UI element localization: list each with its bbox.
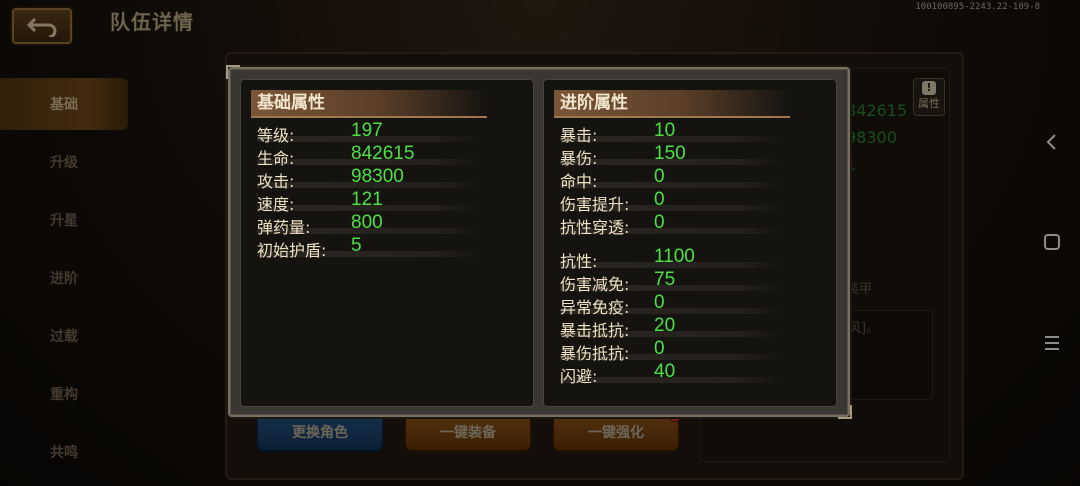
stat-row: 抗性: 1100 bbox=[560, 246, 780, 271]
stat-label: 速度: bbox=[257, 195, 295, 214]
stat-row: 异常免疫: 0 bbox=[560, 292, 780, 317]
stat-label: 弹药量: bbox=[257, 218, 311, 237]
stat-label: 伤害提升: bbox=[560, 195, 630, 214]
stat-label: 暴击抵抗: bbox=[560, 321, 630, 340]
stat-value: 40 bbox=[654, 361, 676, 382]
stat-row: 暴伤抵抗: 0 bbox=[560, 338, 780, 363]
stat-row: 抗性穿透: 0 bbox=[560, 212, 780, 237]
stat-row: 弹药量: 800 bbox=[257, 212, 477, 237]
stat-value: 150 bbox=[654, 143, 686, 164]
stat-label: 伤害减免: bbox=[560, 275, 630, 294]
stat-label: 抗性穿透: bbox=[560, 218, 630, 237]
advanced-attributes-panel: 进阶属性 暴击: 10 暴伤: 150 命中: 0 伤害提升: 0 抗性穿透: 0 抗性: 1100 伤… bbox=[543, 79, 837, 407]
stat-value: 10 bbox=[654, 120, 676, 141]
stat-label: 闪避: bbox=[560, 367, 598, 386]
stat-label: 异常免疫: bbox=[560, 298, 630, 317]
stat-row: 暴伤: 150 bbox=[560, 143, 780, 168]
stat-value: 0 bbox=[654, 189, 665, 210]
stat-row: 等级: 197 bbox=[257, 120, 477, 145]
stat-label: 暴伤抵抗: bbox=[560, 344, 630, 363]
stat-row: 速度: 121 bbox=[257, 189, 477, 214]
stat-value: 800 bbox=[351, 212, 383, 233]
stat-value: 842615 bbox=[351, 143, 415, 164]
stat-row: 初始护盾: 5 bbox=[257, 235, 477, 260]
stat-value: 0 bbox=[654, 166, 665, 187]
attribute-dialog: 基础属性 等级: 197 生命: 842615 攻击: 98300 速度: 121 弹药量: 80… bbox=[226, 65, 852, 419]
stat-label: 暴击: bbox=[560, 126, 598, 145]
stat-value: 0 bbox=[654, 212, 665, 233]
stat-label: 等级: bbox=[257, 126, 295, 145]
stat-label: 抗性: bbox=[560, 252, 598, 271]
stat-value: 0 bbox=[654, 338, 665, 359]
advanced-attributes-title: 进阶属性 bbox=[554, 90, 790, 118]
stat-label: 命中: bbox=[560, 172, 598, 191]
stat-row: 伤害提升: 0 bbox=[560, 189, 780, 214]
stat-row: 攻击: 98300 bbox=[257, 166, 477, 191]
stat-label: 暴伤: bbox=[560, 149, 598, 168]
stat-value: 75 bbox=[654, 269, 676, 290]
stat-label: 生命: bbox=[257, 149, 295, 168]
stat-value: 121 bbox=[351, 189, 383, 210]
stat-value: 98300 bbox=[351, 166, 404, 187]
basic-attributes-panel: 基础属性 等级: 197 生命: 842615 攻击: 98300 速度: 121 弹药量: 80… bbox=[240, 79, 534, 407]
stat-value: 5 bbox=[351, 235, 362, 256]
stat-row: 伤害减免: 75 bbox=[560, 269, 780, 294]
stat-value: 1100 bbox=[654, 246, 695, 267]
stat-value: 197 bbox=[351, 120, 383, 141]
basic-attributes-title: 基础属性 bbox=[251, 90, 487, 118]
stat-value: 20 bbox=[654, 315, 676, 336]
stat-row: 暴击: 10 bbox=[560, 120, 780, 145]
stat-label: 初始护盾: bbox=[257, 241, 327, 260]
stat-row: 命中: 0 bbox=[560, 166, 780, 191]
stat-label: 攻击: bbox=[257, 172, 295, 191]
stat-row: 闪避: 40 bbox=[560, 361, 780, 386]
stat-row: 暴击抵抗: 20 bbox=[560, 315, 780, 340]
stat-row: 生命: 842615 bbox=[257, 143, 477, 168]
stat-value: 0 bbox=[654, 292, 665, 313]
